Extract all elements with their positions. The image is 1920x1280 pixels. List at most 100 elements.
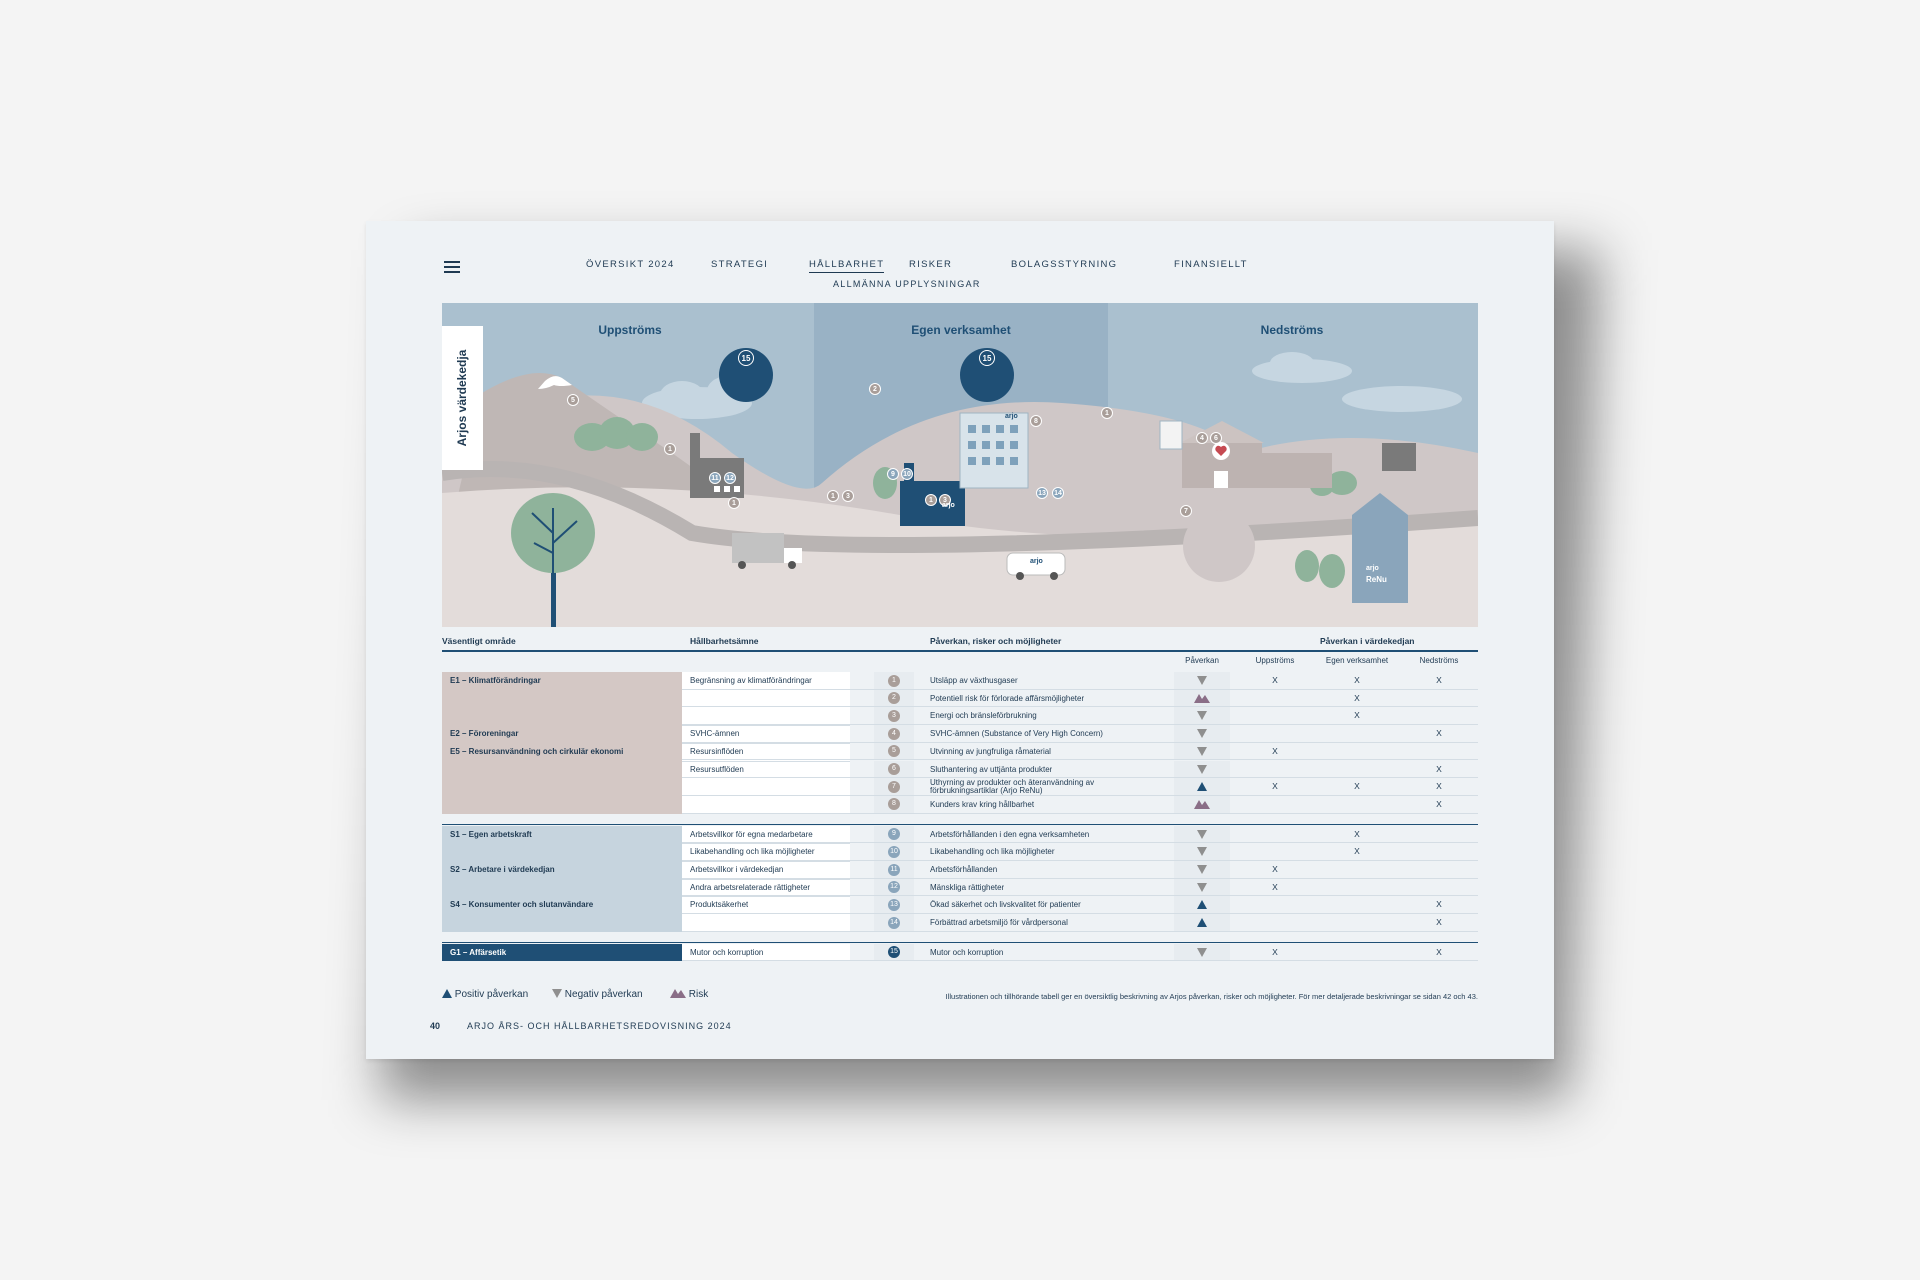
legend-negative: Negativ påverkan [552,989,643,1000]
nav-item-risker[interactable]: RISKER [909,259,952,270]
impact-text: Arbetsförhållanden [930,865,998,874]
top-navigation: ÖVERSIKT 2024 STRATEGI HÅLLBARHET RISKER… [366,259,1554,279]
row-divider [682,930,1478,932]
value-chain-badge: 12 [724,472,736,484]
chain-mark-own: X [1354,828,1360,839]
negative-triangle-icon [1197,676,1207,685]
nav-item-hallbarhet[interactable]: HÅLLBARHET [809,259,885,273]
table-row: 13 Ökad säkerhet och livskvalitet för pat… [442,896,1478,915]
negative-triangle-icon [552,989,562,998]
negative-triangle-icon [1197,746,1207,756]
value-chain-badge: 1 [728,497,740,509]
table-row: 15 Mutor och korruption X X [442,943,1478,962]
value-chain-badge: 1 [1101,407,1113,419]
renu-label: ReNu [1366,575,1387,584]
col-header-impact: Påverkan, risker och möjligheter [930,636,1062,646]
arjo-logo-office: arjo [1005,413,1018,420]
table-row: 2 Potentiell risk för förlorade affärsmöj… [442,689,1478,708]
risk-mountain-icon [1194,693,1210,703]
value-chain-title-box: Arjos värdekedja [442,326,483,470]
table-row: 4 SVHC-ämnen (Substance of Very High Conc… [442,725,1478,743]
renu-logo: arjo [1366,565,1379,572]
nav-item-oversikt[interactable]: ÖVERSIKT 2024 [586,259,675,270]
impact-number-badge: 1 [888,674,900,687]
chain-mark-down: X [1436,917,1442,928]
value-chain-badge: 7 [1180,505,1192,517]
chain-mark-down: X [1436,798,1442,809]
col-header-topic: Hållbarhetsämne [690,636,759,646]
impact-text: Energi och bränsleförbrukning [930,711,1037,721]
impact-text: Förbättrad arbetsmiljö för vårdpersonal [930,918,1068,928]
legend-risk-label: Risk [688,989,709,1000]
value-chain-badge: 15 [738,350,754,366]
landscape-illustration [442,303,1478,627]
negative-triangle-icon [1197,865,1207,874]
table-row: 14 Förbättrad arbetsmiljö för vårdpersona… [442,914,1478,932]
negative-triangle-icon [1197,729,1207,739]
table-row: 5 Utvinning av jungfruliga råmaterial X [442,742,1478,761]
impact-text: Utvinning av jungfruliga råmaterial [930,746,1051,756]
chain-mark-down: X [1436,946,1442,957]
value-chain-badge: 9 [887,468,899,480]
zone-label-downstream: Nedströms [1260,323,1324,337]
arjo-logo-van: arjo [1030,558,1043,565]
value-chain-badge: 1 [664,443,676,455]
impact-text: Arbetsförhållanden i den egna verksamhet… [930,829,1090,839]
table-row: 12 Mänskliga rättigheter X [442,878,1478,897]
publication-title: ARJO ÅRS- OCH HÅLLBARHETSREDOVISNING 202… [467,1021,732,1031]
chain-mark-down: X [1436,763,1442,774]
impact-text: Potentiell risk för förlorade affärsmöjl… [930,693,1085,703]
legend-positive: Positiv påverkan [442,989,528,1000]
document-page: ÖVERSIKT 2024 STRATEGI HÅLLBARHET RISKER… [366,221,1554,1059]
chain-mark-down: X [1436,781,1442,792]
legend-positive-label: Positiv påverkan [454,989,529,1000]
nav-subitem-allmanna-upplysningar[interactable]: ALLMÄNNA UPPLYSNINGAR [833,279,981,289]
value-chain-badge: 14 [1052,487,1064,499]
chain-mark-own: X [1354,692,1360,703]
value-chain-title: Arjos värdekedja [455,349,469,447]
subheader-downstream: Nedströms [1419,656,1459,665]
impact-text: Sluthantering av uttjänta produkter [930,764,1053,774]
impact-text: Mänskliga rättigheter [930,882,1005,892]
table-row: 11 Arbetsförhållanden X [442,861,1478,879]
value-chain-badge: 6 [1210,432,1222,444]
nav-item-bolagsstyrning[interactable]: BOLAGSSTYRNING [1011,259,1117,270]
subheader-upstream: Uppströms [1255,656,1295,665]
table-row: 1 Utsläpp av växthusgaser X X X [442,672,1478,690]
nav-item-strategi[interactable]: STRATEGI [711,259,768,270]
value-chain-badge: 2 [869,383,881,395]
nav-item-finansiellt[interactable]: FINANSIELLT [1174,259,1248,270]
impact-number-badge: 13 [888,898,900,911]
value-chain-badge: 1 [827,490,839,502]
value-chain-badge: 11 [709,472,721,484]
impact-number-badge: 3 [888,709,900,722]
row-divider [682,812,1478,814]
negative-triangle-icon [1197,947,1207,957]
subheader-own: Egen verksamhet [1325,656,1389,665]
chain-mark-up: X [1272,864,1278,874]
chain-mark-own: X [1354,710,1360,721]
negative-triangle-icon [1197,882,1207,892]
chain-mark-up: X [1272,946,1278,957]
table-row: 9 Arbetsförhållanden i den egna verksamhe… [442,825,1478,844]
chain-mark-down: X [1436,675,1442,685]
negative-triangle-icon [1197,829,1207,839]
risk-mountain-icon [1194,799,1210,809]
table-row: 7 Uthyrning av produkter och återanvändni… [442,778,1478,796]
page-footer: 40 ARJO ÅRS- OCH HÅLLBARHETSREDOVISNING … [430,1021,732,1031]
risk-mountain-icon [670,989,686,998]
positive-triangle-icon [1197,782,1207,792]
positive-triangle-icon [442,989,452,998]
table-row: 6 Sluthantering av uttjänta produkter X [442,760,1478,779]
chain-mark-up: X [1272,781,1278,792]
table-row: 8 Kunders krav kring hållbarhet X [442,795,1478,814]
chain-mark-own: X [1354,675,1360,685]
row-divider [682,960,1478,962]
positive-triangle-icon [1197,918,1207,928]
negative-triangle-icon [1197,711,1207,721]
impact-number-badge: 11 [888,863,900,876]
page-number: 40 [430,1021,441,1031]
negative-triangle-icon [1197,847,1207,857]
impact-text: Mutor och korruption [930,947,1004,957]
impact-text: Ökad säkerhet och livskvalitet för patie… [930,900,1081,910]
